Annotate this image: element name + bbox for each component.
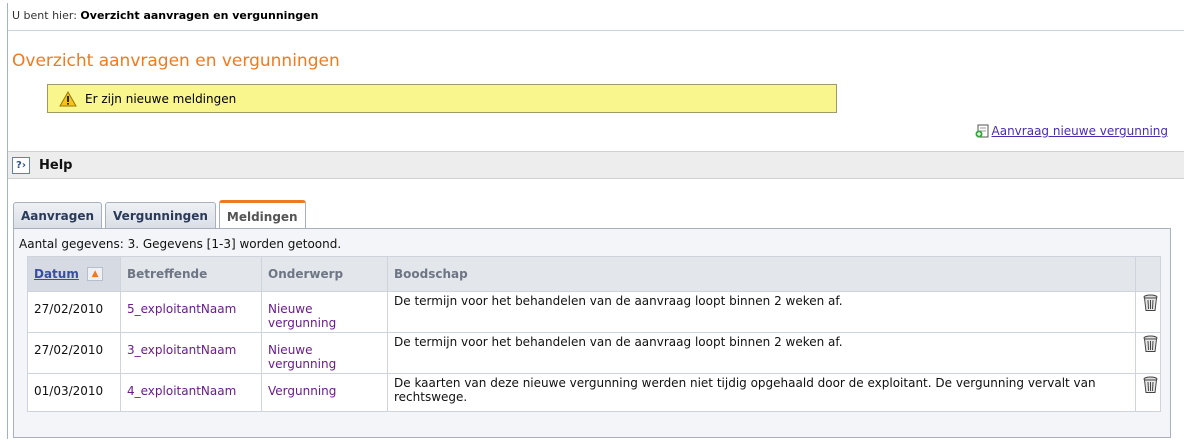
tab-vergunningen[interactable]: Vergunningen bbox=[105, 202, 216, 229]
cell-onderwerp-link[interactable]: Nieuwe vergunning bbox=[261, 332, 388, 374]
trash-icon[interactable] bbox=[1142, 335, 1159, 353]
cell-betreffende-link[interactable]: 3_exploitantNaam bbox=[120, 332, 262, 374]
cell-datum: 27/02/2010 bbox=[27, 332, 121, 374]
divider bbox=[8, 30, 1184, 31]
sort-icon[interactable]: ▲ bbox=[87, 267, 104, 282]
breadcrumb: U bent hier: Overzicht aanvragen en verg… bbox=[12, 9, 318, 22]
sort-datum-link[interactable]: Datum bbox=[34, 267, 79, 281]
help-label[interactable]: Help bbox=[39, 158, 72, 173]
cell-delete bbox=[1135, 373, 1161, 412]
cell-boodschap: De termijn voor het behandelen van de aa… bbox=[387, 291, 1136, 333]
trash-icon[interactable] bbox=[1142, 376, 1159, 394]
table-header-row: Datum ▲ Betreffende Onderwerp Boodschap bbox=[27, 256, 1161, 292]
cell-boodschap: De kaarten van deze nieuwe vergunning we… bbox=[387, 373, 1136, 412]
cell-datum: 27/02/2010 bbox=[27, 291, 121, 333]
notifications-table: Datum ▲ Betreffende Onderwerp Boodschap … bbox=[27, 256, 1161, 412]
notification-banner: Er zijn nieuwe meldingen bbox=[47, 84, 837, 113]
cell-delete bbox=[1135, 291, 1161, 333]
page-title: Overzicht aanvragen en vergunningen bbox=[12, 51, 340, 71]
notification-text: Er zijn nieuwe meldingen bbox=[85, 91, 237, 106]
cell-onderwerp-link[interactable]: Vergunning bbox=[261, 373, 388, 412]
record-count: Aantal gegevens: 3. Gegevens [1-3] worde… bbox=[19, 237, 342, 251]
table-row: 01/03/2010 4_exploitantNaam Vergunning D… bbox=[27, 373, 1161, 412]
cell-delete bbox=[1135, 332, 1161, 374]
tab-meldingen[interactable]: Meldingen bbox=[218, 200, 306, 230]
column-header-boodschap: Boodschap bbox=[387, 256, 1136, 292]
table-row: 27/02/2010 3_exploitantNaam Nieuwe vergu… bbox=[27, 332, 1161, 374]
breadcrumb-current: Overzicht aanvragen en vergunningen bbox=[80, 9, 319, 22]
new-license-link-label[interactable]: Aanvraag nieuwe vergunning bbox=[992, 124, 1168, 138]
cell-onderwerp-link[interactable]: Nieuwe vergunning bbox=[261, 291, 388, 333]
column-header-datum[interactable]: Datum ▲ bbox=[27, 256, 121, 292]
cell-boodschap: De termijn voor het behandelen van de aa… bbox=[387, 332, 1136, 374]
cell-betreffende-link[interactable]: 4_exploitantNaam bbox=[120, 373, 262, 412]
breadcrumb-prefix: U bent hier: bbox=[12, 9, 77, 22]
table-row: 27/02/2010 5_exploitantNaam Nieuwe vergu… bbox=[27, 291, 1161, 333]
help-icon[interactable]: ?› bbox=[12, 156, 30, 174]
column-header-onderwerp: Onderwerp bbox=[261, 256, 388, 292]
help-bar[interactable]: ?› Help bbox=[8, 151, 1184, 179]
cell-datum: 01/03/2010 bbox=[27, 373, 121, 412]
tab-aanvragen[interactable]: Aanvragen bbox=[13, 202, 103, 229]
column-header-actions bbox=[1135, 256, 1161, 292]
tab-bar: Aanvragen Vergunningen Meldingen bbox=[13, 199, 309, 230]
warning-icon bbox=[59, 90, 77, 106]
new-license-link[interactable]: Aanvraag nieuwe vergunning bbox=[975, 124, 1168, 138]
cell-betreffende-link[interactable]: 5_exploitantNaam bbox=[120, 291, 262, 333]
column-header-betreffende: Betreffende bbox=[120, 256, 262, 292]
new-document-icon bbox=[975, 124, 989, 138]
trash-icon[interactable] bbox=[1142, 294, 1159, 312]
